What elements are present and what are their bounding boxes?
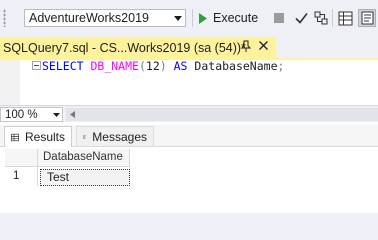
query-editor[interactable]: SELECT DB_NAME(12) AS DatabaseName;	[0, 59, 378, 105]
editor-gutter	[0, 60, 20, 105]
tab-sqlquery7[interactable]: SQLQuery7.sql - CS...Works2019 (sa (54))…	[0, 37, 276, 58]
zoom-select[interactable]: 100 %	[0, 107, 63, 122]
sql-function: DB_NAME	[90, 59, 139, 73]
sql-argument: 12	[145, 59, 160, 73]
sql-punctuation: ;	[277, 59, 285, 73]
results-to-text-icon[interactable]	[358, 9, 376, 27]
sql-alias: DatabaseName	[194, 59, 278, 73]
code-line-1[interactable]: SELECT DB_NAME(12) AS DatabaseName;	[42, 59, 284, 73]
database-select-value: AdventureWorks2019	[29, 11, 149, 25]
tab-results[interactable]: Results	[4, 126, 72, 147]
messages-icon	[83, 134, 87, 139]
toolbar-separator	[332, 9, 333, 27]
execute-button[interactable]: Execute	[198, 9, 258, 27]
horizontal-scrollbar[interactable]	[66, 108, 378, 121]
pin-icon[interactable]	[240, 40, 252, 56]
tab-title: SQLQuery7.sql - CS...Works2019 (sa (54))…	[3, 40, 246, 55]
sql-editor-toolbar: AdventureWorks2019 Execute	[0, 0, 378, 36]
grid-corner[interactable]	[5, 149, 38, 167]
chevron-down-icon[interactable]	[51, 112, 62, 117]
results-to-grid-icon[interactable]	[336, 9, 354, 27]
sql-punctuation: )	[159, 59, 167, 73]
collapse-outline-icon[interactable]	[32, 61, 41, 70]
results-tab-strip: Results Messages	[0, 125, 378, 147]
chevron-down-icon[interactable]	[171, 10, 185, 26]
table-cell-selected[interactable]: Test	[40, 169, 130, 186]
tab-messages-label: Messages	[92, 129, 147, 144]
play-icon	[199, 12, 207, 24]
grid-icon	[11, 133, 19, 141]
query-plan-icon[interactable]	[312, 9, 330, 27]
tab-messages[interactable]: Messages	[76, 126, 154, 147]
column-header[interactable]: DatabaseName	[38, 149, 130, 167]
toolbar-grip[interactable]	[3, 9, 6, 27]
sql-punctuation: (	[138, 59, 146, 73]
stop-icon[interactable]	[270, 9, 288, 27]
sql-keyword: AS	[173, 59, 188, 73]
zoom-value: 100 %	[5, 108, 38, 121]
database-select[interactable]: AdventureWorks2019	[24, 9, 186, 27]
results-pane: Results Messages DatabaseName 1 Test	[0, 122, 378, 213]
execute-label: Execute	[213, 11, 259, 25]
close-icon[interactable]	[258, 40, 269, 54]
editor-status-strip: 100 %	[0, 105, 378, 122]
row-number[interactable]: 1	[5, 167, 38, 186]
sql-keyword: SELECT	[42, 59, 84, 73]
scroll-left-icon[interactable]	[66, 108, 79, 121]
checkmark-icon[interactable]	[292, 9, 310, 27]
tab-results-label: Results	[24, 130, 65, 144]
change-tracking-bar	[20, 60, 23, 105]
toolbar-separator	[192, 9, 193, 27]
